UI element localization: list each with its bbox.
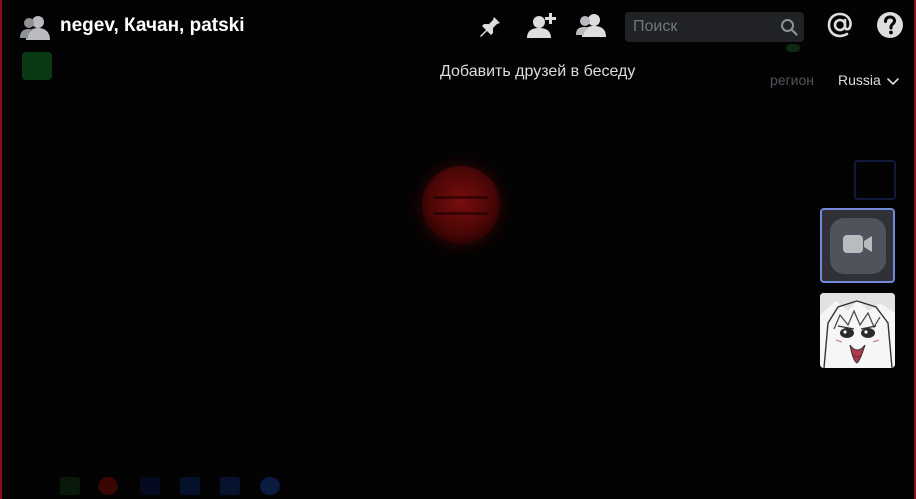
background-taskbar-icon [60, 477, 80, 495]
group-dm-icon [20, 14, 50, 40]
add-friends-button[interactable] [525, 12, 559, 42]
anime-avatar [820, 293, 895, 368]
background-taskbar-icon [98, 477, 118, 495]
region-value: Russia [838, 72, 881, 88]
region-label: регион [770, 72, 815, 88]
pin-icon [478, 13, 502, 41]
background-taskbar-icon [180, 477, 200, 495]
background-taskbar-icon [140, 477, 160, 495]
camera-icon [842, 233, 874, 259]
mention-icon [826, 11, 854, 43]
search-input[interactable] [625, 12, 775, 42]
conversation-title: negev, Качан, patski [60, 15, 245, 36]
add-friends-tooltip: Добавить друзей в беседу [440, 63, 636, 80]
members-icon [576, 13, 606, 41]
participant-tile-camera-off[interactable] [820, 208, 895, 283]
search-bar [625, 12, 804, 42]
help-icon [876, 11, 904, 43]
background-taskbar-icon [220, 477, 240, 495]
call-header: negev, Качан, patski [2, 0, 914, 54]
background-app-icon [22, 52, 52, 80]
member-list-button[interactable] [575, 12, 607, 42]
search-icon[interactable] [780, 18, 798, 36]
background-taskbar-icon [260, 477, 280, 495]
participant-tile-avatar[interactable] [820, 293, 895, 368]
chevron-down-icon [886, 71, 899, 90]
mentions-button[interactable] [825, 12, 855, 42]
help-button[interactable] [875, 12, 905, 42]
background-logo [422, 166, 500, 244]
camera-off-placeholder [829, 217, 886, 274]
screen-share-preview [854, 160, 896, 200]
call-window: negev, Качан, patski Поиск Добавить друз… [0, 0, 916, 499]
region-select[interactable]: Russia [838, 70, 899, 90]
add-friend-icon [527, 12, 557, 42]
pinned-messages-button[interactable] [475, 12, 505, 42]
